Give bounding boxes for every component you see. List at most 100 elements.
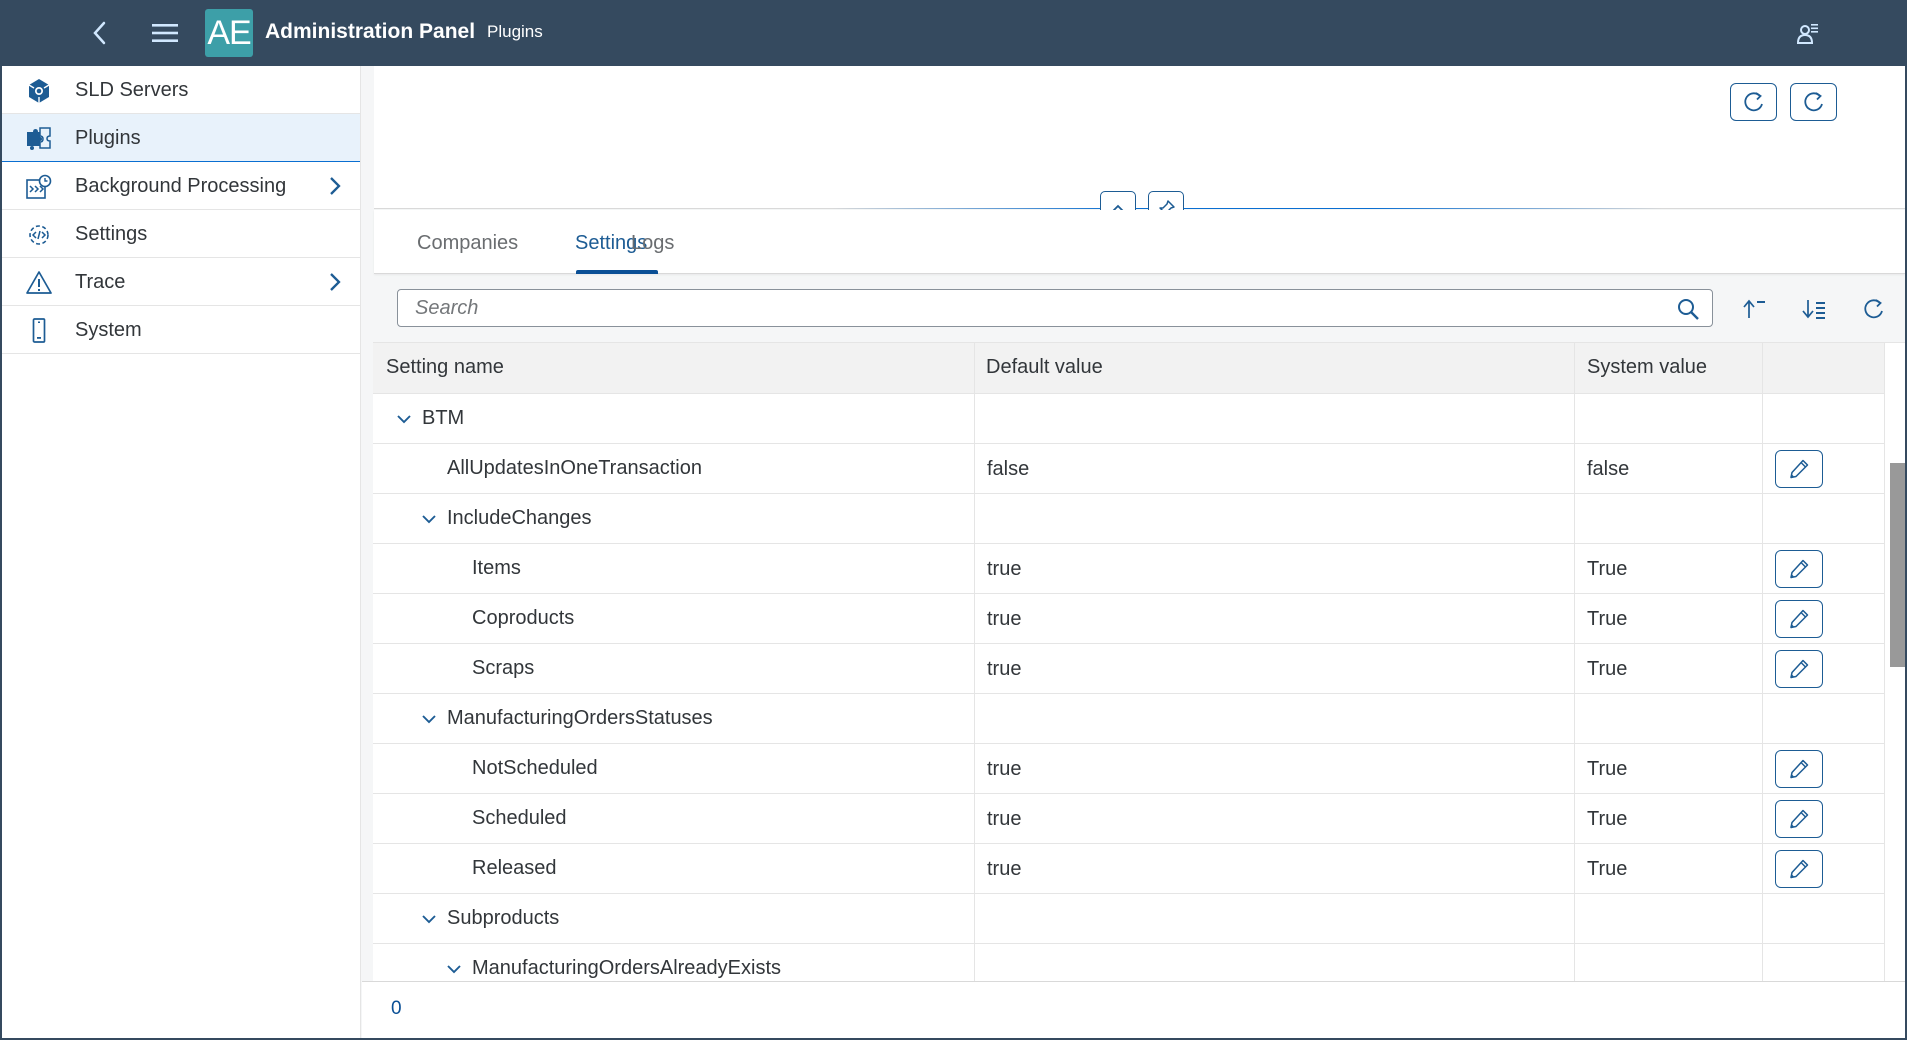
sort-descending-button[interactable] xyxy=(1799,295,1829,323)
edit-button[interactable] xyxy=(1775,750,1823,788)
sidebar-item-label: System xyxy=(75,319,142,341)
sidebar-item-plugins[interactable]: Plugins xyxy=(2,114,360,162)
sidebar-item-settings[interactable]: Settings xyxy=(2,210,360,258)
back-button[interactable] xyxy=(83,16,117,50)
cell-setting-name: Subproducts xyxy=(373,894,975,944)
edit-button[interactable] xyxy=(1775,850,1823,888)
cell-default-value: true xyxy=(975,744,1575,794)
chevron-down-icon[interactable] xyxy=(445,960,463,978)
page-footer: 0 xyxy=(362,981,1905,1038)
shell-header: AE Administration Panel Plugins xyxy=(0,0,1907,66)
cell-system-value xyxy=(1575,494,1763,544)
refresh-button-2[interactable] xyxy=(1790,83,1837,121)
column-header-system-value[interactable]: System value xyxy=(1575,343,1763,394)
table-row[interactable]: Scraps true True xyxy=(373,644,1885,694)
cell-actions xyxy=(1763,644,1885,694)
chevron-down-icon[interactable] xyxy=(420,910,438,928)
table-row[interactable]: Released true True xyxy=(373,844,1885,894)
cell-system-value xyxy=(1575,394,1763,444)
table-row[interactable]: BTM xyxy=(373,394,1885,444)
table-row[interactable]: IncludeChanges xyxy=(373,494,1885,544)
tab-companies[interactable]: Companies xyxy=(417,232,518,255)
table-row[interactable]: ManufacturingOrdersAlreadyExists xyxy=(373,944,1885,982)
table-row[interactable]: NotScheduled true True xyxy=(373,744,1885,794)
search-button[interactable] xyxy=(1676,297,1700,326)
system-value: True xyxy=(1587,808,1628,830)
code-gear-icon xyxy=(26,222,52,248)
table-row[interactable]: Subproducts xyxy=(373,894,1885,944)
pencil-icon xyxy=(1790,459,1809,479)
pencil-icon xyxy=(1790,759,1809,779)
cell-default-value: true xyxy=(975,594,1575,644)
app-logo: AE xyxy=(205,9,253,57)
cell-default-value: true xyxy=(975,844,1575,894)
table-scrollbar-thumb[interactable] xyxy=(1890,463,1905,667)
chevron-right-icon xyxy=(330,177,341,195)
table-row[interactable]: Items true True xyxy=(373,544,1885,594)
cell-default-value: true xyxy=(975,794,1575,844)
cell-actions xyxy=(1763,794,1885,844)
default-value: true xyxy=(987,608,1022,630)
mobile-device-icon xyxy=(26,318,52,344)
setting-name: Released xyxy=(472,857,557,879)
active-tab-indicator xyxy=(576,270,658,274)
setting-name: IncludeChanges xyxy=(447,507,592,529)
cell-actions xyxy=(1763,444,1885,494)
edit-button[interactable] xyxy=(1775,800,1823,838)
cube-network-icon xyxy=(26,78,52,104)
table-row[interactable]: Scheduled true True xyxy=(373,794,1885,844)
cell-setting-name: ManufacturingOrdersAlreadyExists xyxy=(373,944,975,982)
app-title: Administration Panel xyxy=(265,20,476,43)
chevron-down-icon[interactable] xyxy=(420,510,438,528)
search-input[interactable] xyxy=(398,290,1668,326)
cell-default-value xyxy=(975,944,1575,982)
system-value: True xyxy=(1587,858,1628,880)
cell-setting-name: Coproducts xyxy=(373,594,975,644)
refresh-icon xyxy=(1864,299,1883,319)
table-row[interactable]: ManufacturingOrdersStatuses xyxy=(373,694,1885,744)
cell-setting-name: Released xyxy=(373,844,975,894)
cell-default-value xyxy=(975,894,1575,944)
column-header-setting-name[interactable]: Setting name xyxy=(373,343,975,394)
edit-button[interactable] xyxy=(1775,650,1823,688)
edit-button[interactable] xyxy=(1775,550,1823,588)
tab-logs[interactable]: Logs xyxy=(631,232,674,255)
sidebar-item-background-processing[interactable]: Background Processing xyxy=(2,162,360,210)
cell-setting-name: Items xyxy=(373,544,975,594)
puzzle-icon xyxy=(26,126,52,152)
column-header-default-value[interactable]: Default value xyxy=(975,343,1575,394)
sort-ascending-button[interactable] xyxy=(1739,295,1769,323)
sidebar-item-label: Background Processing xyxy=(75,175,287,197)
cell-system-value: True xyxy=(1575,544,1763,594)
pencil-icon xyxy=(1790,859,1809,879)
menu-button[interactable] xyxy=(148,16,182,50)
sidebar-item-sld-servers[interactable]: SLD Servers xyxy=(2,66,360,114)
cell-setting-name: BTM xyxy=(373,394,975,444)
setting-name: NotScheduled xyxy=(472,757,598,779)
setting-name: Scheduled xyxy=(472,807,567,829)
edit-button[interactable] xyxy=(1775,450,1823,488)
setting-name: BTM xyxy=(422,407,465,429)
search-field xyxy=(397,289,1713,327)
table-row[interactable]: AllUpdatesInOneTransaction false false xyxy=(373,444,1885,494)
main-content: Companies Settings Logs Setting name Def… xyxy=(362,66,1905,1040)
cell-actions xyxy=(1763,544,1885,594)
table-refresh-button[interactable] xyxy=(1859,295,1889,323)
cell-system-value: false xyxy=(1575,444,1763,494)
table-header: Setting name Default value System value xyxy=(373,343,1885,394)
sidebar-item-trace[interactable]: Trace xyxy=(2,258,360,306)
cell-default-value xyxy=(975,394,1575,444)
refresh-button-1[interactable] xyxy=(1730,83,1777,121)
chevron-down-icon[interactable] xyxy=(395,410,413,428)
chevron-down-icon[interactable] xyxy=(420,710,438,728)
setting-name: Subproducts xyxy=(447,907,560,929)
cell-default-value: false xyxy=(975,444,1575,494)
cell-system-value: True xyxy=(1575,744,1763,794)
user-menu-button[interactable] xyxy=(1791,16,1825,50)
edit-button[interactable] xyxy=(1775,600,1823,638)
warning-triangle-icon xyxy=(26,270,52,296)
cell-default-value: true xyxy=(975,544,1575,594)
table-body: BTM AllUpdatesInOneTransaction false false I… xyxy=(373,394,1885,982)
table-row[interactable]: Coproducts true True xyxy=(373,594,1885,644)
sidebar-item-system[interactable]: System xyxy=(2,306,360,354)
